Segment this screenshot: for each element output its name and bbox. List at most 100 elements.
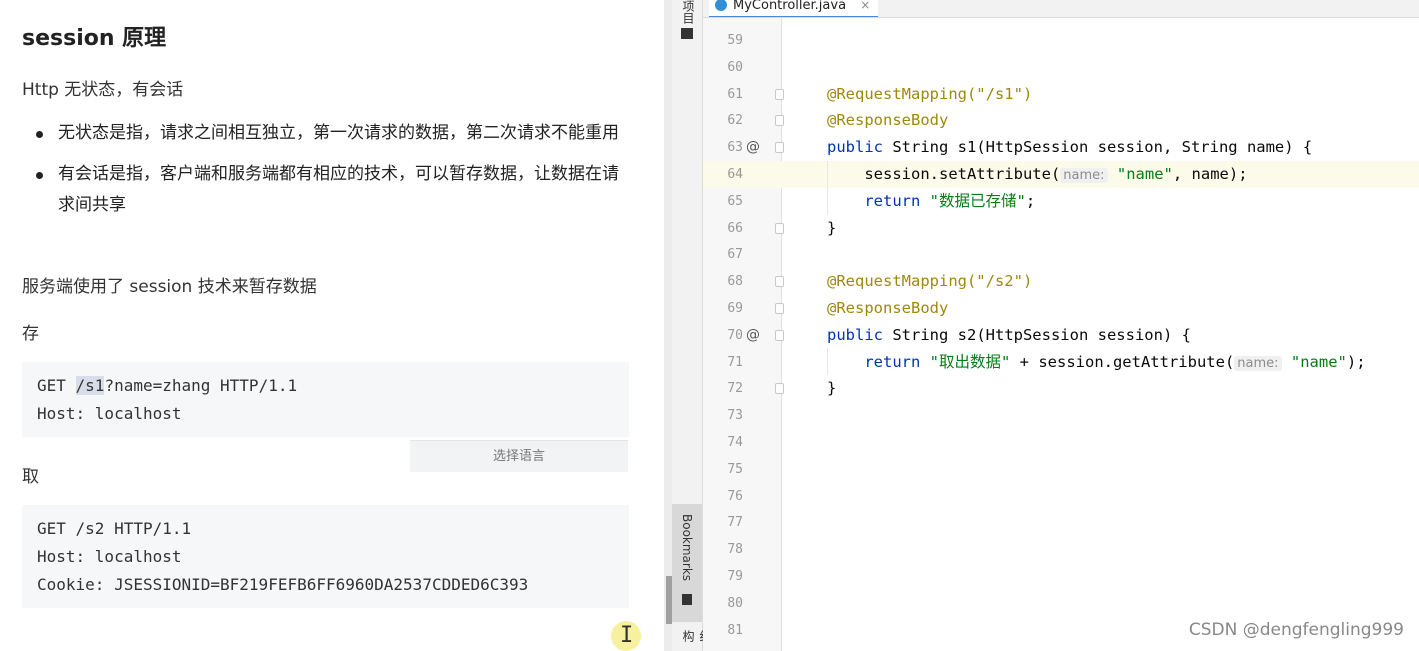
tool-window-strip: 项目 Bookmarks 结构 xyxy=(672,0,712,651)
code-text: return "取出数据" + session.getAttribute(nam… xyxy=(827,353,1366,371)
watermark: CSDN @dengfengling999 xyxy=(1188,620,1404,640)
override-gutter-icon[interactable]: @ xyxy=(746,134,760,161)
code-line: GET /s2 HTTP/1.1 xyxy=(37,519,192,538)
intro-text: Http 无状态，有会话 xyxy=(22,80,184,100)
store-label: 存 xyxy=(22,324,39,344)
code-line[interactable]: 80 xyxy=(703,590,1419,617)
line-number: 62 xyxy=(727,113,743,128)
fetch-code-block[interactable]: GET /s2 HTTP/1.1 Host: localhost Cookie:… xyxy=(22,505,629,608)
line-number: 79 xyxy=(727,569,743,584)
code-text: public String s1(HttpSession session, St… xyxy=(827,138,1313,156)
bookmarks-tool-button[interactable]: Bookmarks xyxy=(672,504,702,622)
fold-icon[interactable] xyxy=(775,383,784,394)
code-line[interactable]: 69 @ResponseBody xyxy=(703,295,1419,322)
line-number: 68 xyxy=(727,274,743,289)
fold-icon[interactable] xyxy=(775,142,784,153)
bullet-list: 无状态是指，请求之间相互独立，第一次请求的数据，第二次请求不能重用 有会话是指，… xyxy=(22,118,632,231)
code-line[interactable]: 60 xyxy=(703,54,1419,81)
code-text: @ResponseBody xyxy=(827,111,949,129)
code-line[interactable]: 79 xyxy=(703,563,1419,590)
code-line[interactable]: 76 xyxy=(703,483,1419,510)
code-line: Host: localhost xyxy=(37,547,182,566)
code-line[interactable]: 68 @RequestMapping("/s2") xyxy=(703,268,1419,295)
bookmark-icon xyxy=(682,594,692,605)
selected-text: /s1 xyxy=(75,376,105,395)
code-text: @RequestMapping("/s2") xyxy=(827,272,1033,290)
indent-guide xyxy=(827,161,828,215)
line-number: 77 xyxy=(727,515,743,530)
section-heading: session 原理 xyxy=(22,26,167,51)
project-tool-button[interactable]: 项目 xyxy=(680,0,697,24)
code-text: } xyxy=(827,219,837,237)
list-item: 有会话是指，客户端和服务端都有相应的技术，可以暂存数据，让数据在请求间共享 xyxy=(22,159,632,221)
line-number: 73 xyxy=(727,408,743,423)
code-line[interactable]: 65 return "数据已存储"; xyxy=(703,188,1419,215)
code-text: session.setAttribute(name: "name", name)… xyxy=(827,165,1248,183)
parameter-hint: name: xyxy=(1234,356,1282,371)
folder-icon[interactable] xyxy=(681,28,693,39)
code-line[interactable]: 62 @ResponseBody xyxy=(703,107,1419,134)
line-number: 69 xyxy=(727,301,743,316)
line-number: 64 xyxy=(727,167,743,182)
bullet-icon xyxy=(36,172,43,179)
code-text: public String s2(HttpSession session) { xyxy=(827,326,1191,344)
line-number: 60 xyxy=(727,60,743,75)
close-icon[interactable]: × xyxy=(860,0,870,12)
line-number: 75 xyxy=(727,462,743,477)
fold-icon[interactable] xyxy=(775,89,784,100)
line-number: 78 xyxy=(727,542,743,557)
line-number: 81 xyxy=(727,623,743,638)
fold-icon[interactable] xyxy=(775,330,784,341)
splitter[interactable] xyxy=(664,0,672,651)
code-line[interactable]: 77 xyxy=(703,509,1419,536)
parameter-hint: name: xyxy=(1060,168,1108,183)
java-class-icon xyxy=(715,0,727,11)
fold-icon[interactable] xyxy=(775,223,784,234)
tab-mycontroller[interactable]: MyController.java × xyxy=(709,0,879,17)
fold-icon[interactable] xyxy=(775,303,784,314)
code-line[interactable]: 67 xyxy=(703,241,1419,268)
code-line[interactable]: 72} xyxy=(703,375,1419,402)
code-editor: MyController.java × 59 60 61 @RequestMappin… xyxy=(703,0,1419,651)
fetch-label: 取 xyxy=(22,467,39,487)
code-line: Host: localhost xyxy=(37,404,182,423)
line-number: 71 xyxy=(727,355,743,370)
line-number: 63 xyxy=(727,140,743,155)
code-line[interactable]: 61 @RequestMapping("/s1") xyxy=(703,81,1419,108)
code-line[interactable]: 71 return "取出数据" + session.getAttribute(… xyxy=(703,349,1419,376)
code-line: GET /s1?name=zhang HTTP/1.1 xyxy=(37,376,298,395)
line-number: 72 xyxy=(727,381,743,396)
line-number: 67 xyxy=(727,247,743,262)
code-line[interactable]: 74 xyxy=(703,429,1419,456)
notes-document: session 原理 Http 无状态，有会话 无状态是指，请求之间相互独立，第… xyxy=(0,0,664,651)
fold-icon[interactable] xyxy=(775,276,784,287)
code-line[interactable]: 75 xyxy=(703,456,1419,483)
code-line[interactable]: 78 xyxy=(703,536,1419,563)
text-cursor-icon: I xyxy=(611,621,641,651)
indent-guide xyxy=(827,348,828,375)
code-text: } xyxy=(827,379,837,397)
line-number: 61 xyxy=(727,87,743,102)
list-item: 无状态是指，请求之间相互独立，第一次请求的数据，第二次请求不能重用 xyxy=(22,118,632,149)
line-number: 74 xyxy=(727,435,743,450)
code-line: Cookie: JSESSIONID=BF219FEFB6FF6960DA253… xyxy=(37,575,529,594)
bullet-icon xyxy=(36,131,43,138)
code-line[interactable]: 73 xyxy=(703,402,1419,429)
line-number: 70 xyxy=(727,328,743,343)
line-number: 80 xyxy=(727,596,743,611)
code-line[interactable]: 59 xyxy=(703,27,1419,54)
store-code-block[interactable]: GET /s1?name=zhang HTTP/1.1 Host: localh… xyxy=(22,362,629,437)
code-line[interactable]: 64 session.setAttribute(name: "name", na… xyxy=(703,161,1419,188)
code-line[interactable]: 66} xyxy=(703,215,1419,242)
line-number: 76 xyxy=(727,489,743,504)
code-line[interactable]: 63 @ public String s1(HttpSession session,… xyxy=(703,134,1419,161)
override-gutter-icon[interactable]: @ xyxy=(746,322,760,349)
code-text: return "数据已存储"; xyxy=(827,192,1036,210)
select-language-button[interactable]: 选择语言 xyxy=(410,440,628,472)
line-number: 65 xyxy=(727,194,743,209)
code-line[interactable]: 70 @ public String s2(HttpSession session)… xyxy=(703,322,1419,349)
editor-tab-bar: MyController.java × xyxy=(703,0,1419,18)
code-text: @ResponseBody xyxy=(827,299,949,317)
fold-icon[interactable] xyxy=(775,115,784,126)
server-note: 服务端使用了 session 技术来暂存数据 xyxy=(22,277,317,297)
